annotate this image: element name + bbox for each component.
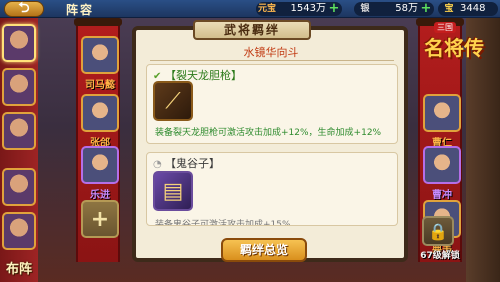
book-item-icon[interactable]: ▤ <box>153 171 193 211</box>
hero-portrait-1[interactable] <box>81 36 119 74</box>
locked-slot[interactable]: 🔒 <box>422 216 454 246</box>
left-hero-slot-3[interactable] <box>2 112 36 150</box>
panel-title: 武将羁绊 <box>193 20 311 40</box>
bond-card-2: ◔ 【鬼谷子】 ▤ 装备鬼谷子可激活攻击加成+15% <box>146 152 398 226</box>
yuanbao-icon: 宝 <box>444 4 454 14</box>
resource-gold-value: 1543万 <box>290 3 326 14</box>
hero-portrait-5[interactable] <box>423 146 461 184</box>
formation-logo[interactable]: 布阵 <box>2 262 36 282</box>
add-silver-button[interactable]: + <box>420 2 432 15</box>
hero-name-1: 司马懿 <box>85 80 115 91</box>
left-hero-slot-5[interactable] <box>2 212 36 250</box>
bond-subtitle: 水镜华向斗 <box>243 46 299 59</box>
hero-portrait-2[interactable] <box>81 94 119 132</box>
hero-name-5: 曹冲 <box>432 190 452 201</box>
spear-item-icon[interactable]: ⟋ <box>153 81 193 121</box>
page-title: 阵容 <box>66 3 95 17</box>
plus-icon: + <box>90 206 110 232</box>
left-hero-slot-2[interactable] <box>2 68 36 106</box>
banner-cap <box>74 18 122 26</box>
top-bar: ⮌ 阵容 元宝 1543万 + 银 58万 + 宝 3448 <box>0 0 500 18</box>
left-banner: 司马懿 张郃 乐进 + <box>74 18 122 262</box>
hero-portrait-3[interactable] <box>81 146 119 184</box>
resource-silver: 银 58万 + <box>354 2 434 16</box>
bond-overview-button[interactable]: 羁绊总览 <box>221 238 307 262</box>
resource-silver-value: 58万 <box>395 3 418 14</box>
bond-card-1: ✔ 【裂天龙胆枪】 ⟋ 装备裂天龙胆枪可激活攻击加成+12%，生命加成+12% <box>146 64 398 144</box>
bond-panel <box>132 26 408 262</box>
hero-portrait-4[interactable] <box>423 94 461 132</box>
game-logo: 三国 名将传 <box>420 20 500 66</box>
bond-card-2-title: 【鬼谷子】 <box>165 157 220 170</box>
lock-icon: 🔒 <box>428 221 448 241</box>
bond-card-1-desc: 装备裂天龙胆枪可激活攻击加成+12%，生命加成+12% <box>155 128 382 138</box>
left-hero-slot-1[interactable] <box>2 24 36 62</box>
subtitle-divider <box>150 60 394 61</box>
silver-coin-icon: 银 <box>360 4 370 14</box>
circle-icon: ◔ <box>153 159 162 170</box>
left-hero-slot-4[interactable] <box>2 168 36 206</box>
locked-slot-label: 67级解锁 <box>420 251 460 261</box>
game-logo-text: 名将传 <box>424 36 484 60</box>
left-hero-column: 布阵 <box>0 18 38 282</box>
bond-card-2-header: ◔ 【鬼谷子】 <box>153 155 220 171</box>
book-icon: ▤ <box>162 178 184 204</box>
spear-icon: ⟋ <box>165 88 181 114</box>
resource-gold: 元宝 1543万 + <box>256 2 342 16</box>
bond-card-2-desc: 装备鬼谷子可激活攻击加成+15% <box>155 220 291 226</box>
back-button[interactable]: ⮌ <box>4 1 44 17</box>
resource-yuanbao-value: 3448 <box>460 3 486 14</box>
hero-name-3: 乐进 <box>90 190 110 201</box>
add-hero-button[interactable]: + <box>81 200 119 238</box>
add-gold-button[interactable]: + <box>328 2 340 15</box>
gold-ingot-icon: 元宝 <box>257 4 276 14</box>
resource-yuanbao: 宝 3448 <box>438 2 498 16</box>
